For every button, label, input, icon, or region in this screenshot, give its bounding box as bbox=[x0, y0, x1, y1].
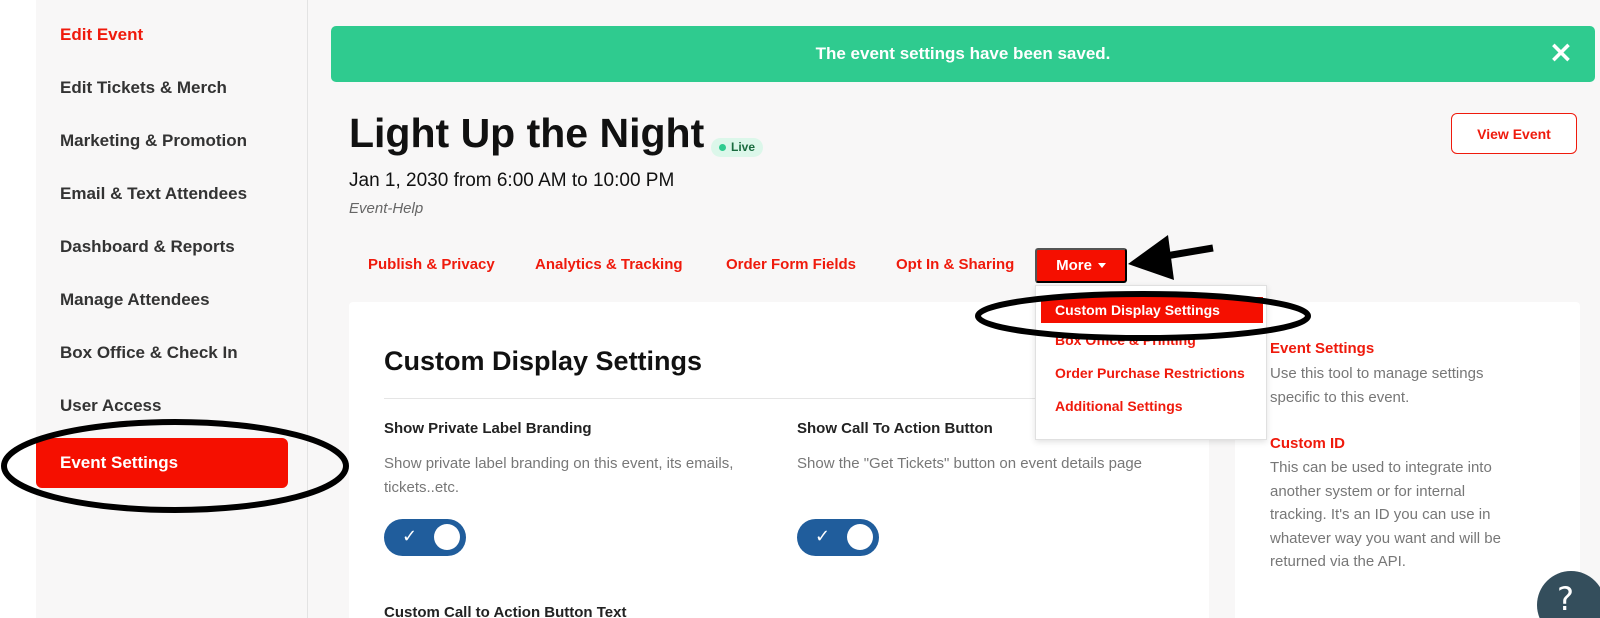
check-icon: ✓ bbox=[402, 526, 418, 547]
sidebar-item-marketing[interactable]: Marketing & Promotion bbox=[36, 116, 288, 166]
sidebar-item-manage-attendees[interactable]: Manage Attendees bbox=[36, 275, 288, 325]
more-menu-label: More bbox=[1056, 257, 1092, 274]
arrow-head-icon bbox=[1128, 235, 1174, 280]
info-text-event-settings: Use this tool to manage settings specifi… bbox=[1270, 365, 1484, 406]
dropdown-item-additional-settings[interactable]: Additional Settings bbox=[1055, 398, 1183, 414]
event-organizer: Event-Help bbox=[349, 200, 424, 217]
private-branding-label: Show Private Label Branding bbox=[384, 420, 592, 437]
toggle-knob bbox=[434, 524, 460, 550]
event-date: Jan 1, 2030 from 6:00 AM to 10:00 PM bbox=[349, 170, 675, 191]
more-dropdown-menu: Custom Display Settings Box Office & Pri… bbox=[1035, 285, 1267, 440]
sidebar-item-event-settings[interactable]: Event Settings bbox=[36, 438, 288, 488]
success-alert: The event settings have been saved. × bbox=[331, 26, 1595, 82]
sidebar: Edit Event Edit Tickets & Merch Marketin… bbox=[36, 0, 308, 618]
chevron-down-icon bbox=[1097, 263, 1106, 268]
page-title: Light Up the Night bbox=[349, 110, 705, 156]
check-icon: ✓ bbox=[815, 526, 831, 547]
sidebar-item-email-text[interactable]: Email & Text Attendees bbox=[36, 169, 288, 219]
dropdown-item-custom-display[interactable]: Custom Display Settings bbox=[1041, 297, 1263, 323]
cta-text-label: Custom Call to Action Button Text bbox=[384, 604, 627, 618]
info-panel: Event Settings Use this tool to manage s… bbox=[1235, 302, 1580, 618]
left-gutter bbox=[0, 0, 36, 618]
cta-button-description: Show the "Get Tickets" button on event d… bbox=[797, 455, 1143, 472]
private-branding-description: Show private label branding on this even… bbox=[384, 455, 734, 496]
view-event-button[interactable]: View Event bbox=[1451, 113, 1577, 154]
info-heading-event-settings: Event Settings bbox=[1270, 340, 1375, 357]
sidebar-item-box-office[interactable]: Box Office & Check In bbox=[36, 328, 288, 378]
private-branding-toggle[interactable]: ✓ bbox=[384, 519, 466, 556]
help-icon: ? bbox=[1557, 580, 1574, 618]
cta-button-toggle[interactable]: ✓ bbox=[797, 519, 879, 556]
alert-message: The event settings have been saved. bbox=[815, 44, 1111, 63]
tab-analytics-tracking[interactable]: Analytics & Tracking bbox=[535, 256, 683, 273]
close-icon[interactable]: × bbox=[1547, 38, 1575, 68]
page: Edit Event Edit Tickets & Merch Marketin… bbox=[0, 0, 1600, 618]
live-dot-icon bbox=[719, 144, 726, 151]
sidebar-item-user-access[interactable]: User Access bbox=[36, 381, 288, 431]
sidebar-item-edit-event[interactable]: Edit Event bbox=[36, 10, 288, 60]
status-badge: Live bbox=[711, 138, 764, 157]
sidebar-item-dashboard[interactable]: Dashboard & Reports bbox=[36, 222, 288, 272]
info-text-custom-id: This can be used to integrate into anoth… bbox=[1270, 459, 1501, 570]
toggle-knob bbox=[847, 524, 873, 550]
card-title: Custom Display Settings bbox=[384, 346, 703, 376]
tab-publish-privacy[interactable]: Publish & Privacy bbox=[368, 256, 495, 273]
more-menu-button[interactable]: More bbox=[1035, 248, 1127, 283]
dropdown-item-box-office-printing[interactable]: Box Office & Printing bbox=[1055, 332, 1196, 348]
tab-order-form-fields[interactable]: Order Form Fields bbox=[726, 256, 856, 273]
dropdown-item-purchase-restrictions[interactable]: Order Purchase Restrictions bbox=[1055, 365, 1245, 381]
cta-button-label: Show Call To Action Button bbox=[797, 420, 993, 437]
sidebar-item-edit-tickets[interactable]: Edit Tickets & Merch bbox=[36, 63, 288, 113]
arrow-shaft bbox=[1159, 244, 1214, 261]
tab-opt-in-sharing[interactable]: Opt In & Sharing bbox=[896, 256, 1014, 273]
status-badge-label: Live bbox=[731, 140, 756, 154]
info-heading-custom-id: Custom ID bbox=[1270, 435, 1345, 452]
